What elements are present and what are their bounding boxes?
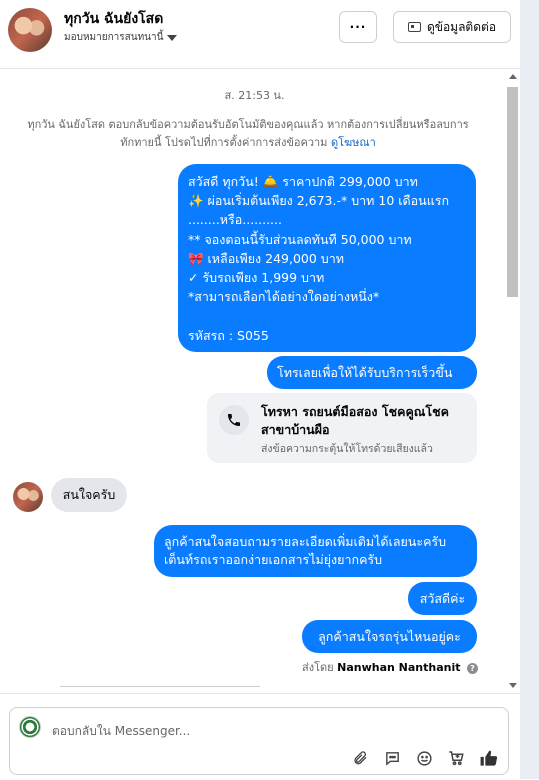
reply-input[interactable]: ตอบกลับใน Messenger... bbox=[52, 722, 190, 741]
caret-down-icon bbox=[167, 34, 178, 41]
help-icon[interactable]: ? bbox=[467, 662, 478, 674]
assign-conversation-dropdown[interactable]: มอบหมายการสนทนานี้ bbox=[64, 30, 178, 45]
contact-name[interactable]: ทุกวัน ฉันยังโสด bbox=[64, 8, 163, 30]
promo-line: สวัสดี ทุกวัน! 🛎️ ราคาปกติ 299,000 บาท bbox=[188, 174, 418, 189]
conversation-header: ทุกวัน ฉันยังโสด มอบหมายการสนทนานี้ ··· … bbox=[0, 0, 520, 69]
promo-line: รหัสรถ : S055 bbox=[188, 327, 269, 343]
assign-label: มอบหมายการสนทนานี้ bbox=[64, 32, 164, 43]
emoji-icon[interactable] bbox=[414, 748, 434, 768]
contact-info-label: ดูข้อมูลติดต่อ bbox=[426, 19, 497, 34]
partial-message-edge bbox=[60, 686, 260, 692]
sent-by-name: Nanwhan Nanthanit bbox=[337, 661, 461, 674]
reply-composer[interactable]: ตอบกลับใน Messenger... bbox=[9, 707, 509, 775]
contact-avatar-small[interactable] bbox=[13, 482, 43, 512]
view-ad-link[interactable]: ดูโฆษณา bbox=[331, 136, 376, 149]
auto-greeting-notice: ทุกวัน ฉันยังโสด ตอบกลับข้อความต้อนรับอั… bbox=[12, 116, 484, 152]
saved-reply-icon[interactable] bbox=[382, 748, 402, 768]
promo-line: ** จองตอนนี้รับส่วนลดทันที 50,000 บาท bbox=[188, 231, 412, 247]
id-card-icon bbox=[407, 22, 421, 32]
call-now-message-bubble[interactable]: โทรเลยเพื่อให้ได้รับบริการเร็วขึ้น bbox=[267, 356, 477, 389]
promo-line bbox=[188, 306, 466, 325]
scroll-up-icon[interactable] bbox=[509, 74, 517, 79]
sent-by-prefix: ส่งโดย bbox=[302, 661, 334, 674]
promo-line: ✓ รับรถเพียง 1,999 บาท bbox=[188, 270, 325, 286]
cart-icon[interactable] bbox=[446, 748, 466, 768]
phone-icon bbox=[219, 405, 249, 435]
outgoing-message-bubble[interactable]: ลูกค้าสนใจสอบถามรายละเอียดเพิ่มเติมได้เล… bbox=[154, 525, 477, 577]
outgoing-message-bubble[interactable]: ลูกค้าสนใจรถรุ่นไหนอยู่คะ bbox=[302, 620, 477, 653]
more-options-button[interactable]: ··· bbox=[339, 11, 377, 43]
promo-line: ........หรือ.......... bbox=[188, 212, 282, 228]
promo-message-bubble[interactable]: สวัสดี ทุกวัน! 🛎️ ราคาปกติ 299,000 บาท ✨… bbox=[178, 164, 476, 352]
page-avatar bbox=[19, 716, 41, 738]
call-card-subtitle: ส่งข้อความกระตุ้นให้โทรด้วยเสียงแล้ว bbox=[261, 443, 433, 455]
outgoing-message-bubble[interactable]: สวัสดีค่ะ bbox=[408, 582, 477, 615]
contact-info-button[interactable]: ดูข้อมูลติดต่อ bbox=[393, 11, 511, 43]
promo-line: *สามารถเลือกได้อย่างใดอย่างหนึ่ง* bbox=[188, 289, 380, 305]
promo-line: 🎀 เหลือเพียง 249,000 บาท bbox=[188, 250, 344, 266]
notice-text: ทุกวัน ฉันยังโสด ตอบกลับข้อความต้อนรับอั… bbox=[27, 118, 469, 149]
message-timestamp: ส. 21:53 น. bbox=[224, 89, 285, 102]
promo-line: ✨ ผ่อนเริ่มต้นเพียง 2,673.-* บาท 10 เดือ… bbox=[188, 193, 450, 209]
sent-by-label: ส่งโดย Nanwhan Nanthanit ? bbox=[300, 658, 478, 676]
like-icon[interactable] bbox=[478, 748, 498, 768]
scroll-down-icon[interactable] bbox=[509, 683, 517, 688]
incoming-message-bubble[interactable]: สนใจครับ bbox=[51, 478, 127, 512]
call-card-title: โทรหา รถยนต์มือสอง โชคคูณโชค สาขาบ้านผือ bbox=[261, 404, 449, 437]
composer-toolbar bbox=[350, 748, 498, 768]
contact-avatar[interactable] bbox=[8, 8, 52, 52]
scrollbar-thumb[interactable] bbox=[507, 87, 518, 297]
page-edge-strip bbox=[520, 0, 539, 779]
call-card[interactable]: โทรหา รถยนต์มือสอง โชคคูณโชค สาขาบ้านผือ… bbox=[207, 393, 477, 463]
attach-icon[interactable] bbox=[350, 748, 370, 768]
